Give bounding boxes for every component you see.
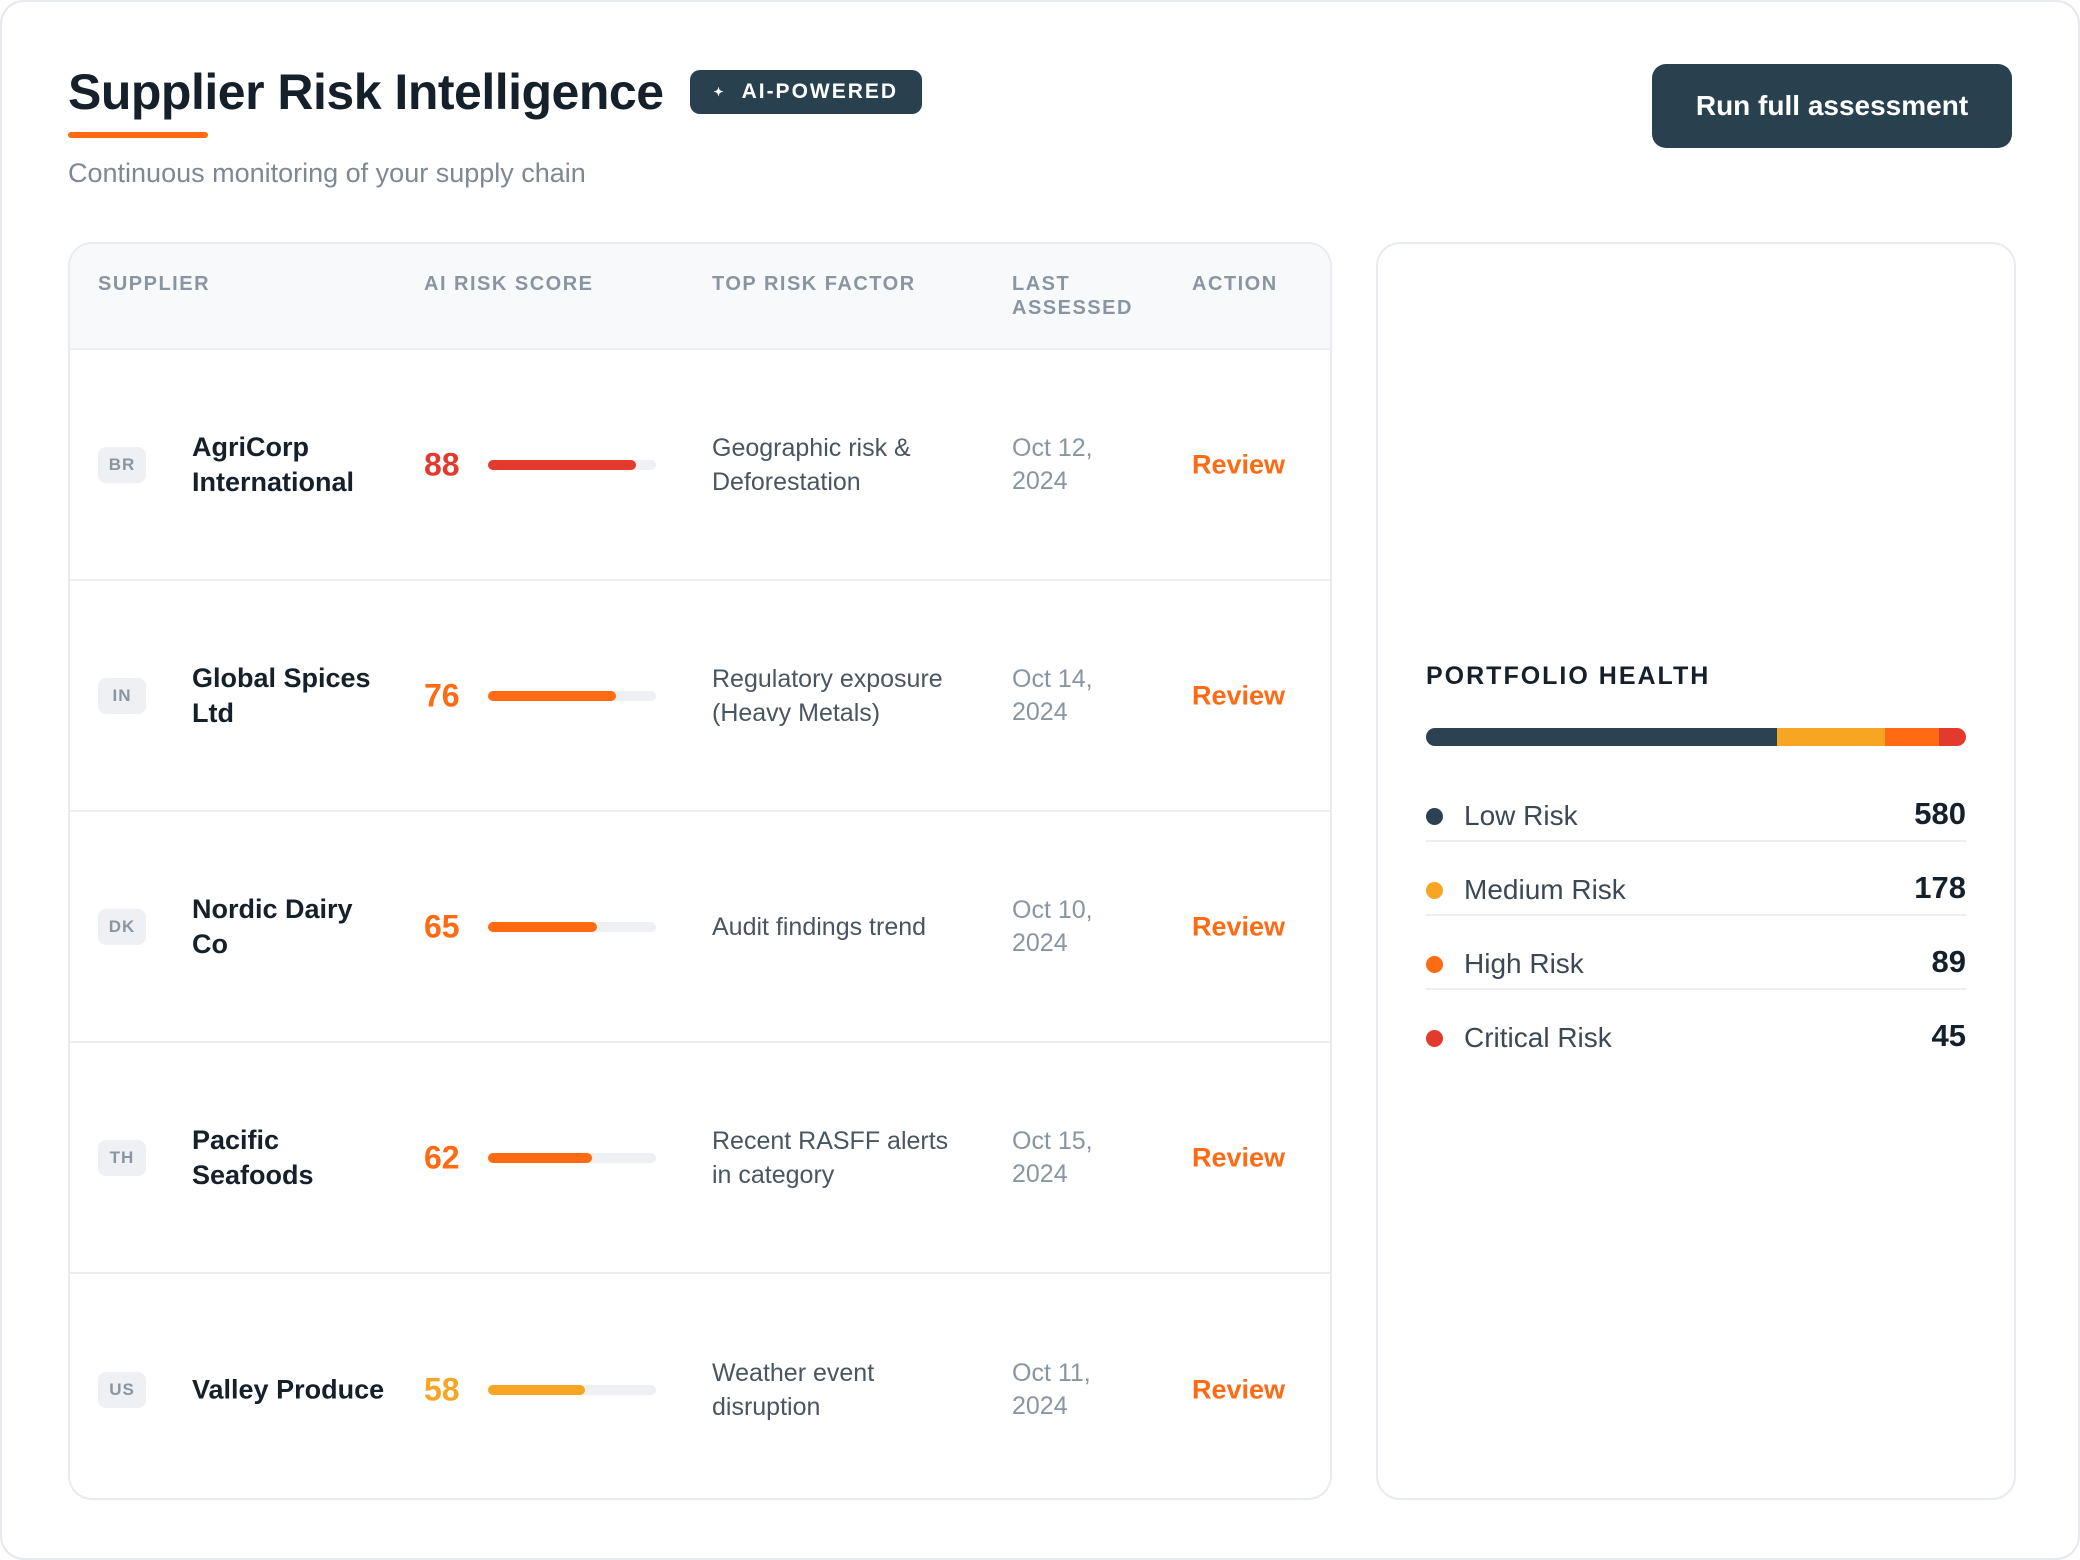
top-risk-factor: Recent RASFF alerts in category	[712, 1126, 949, 1189]
top-risk-factor: Geographic risk & Deforestation	[712, 433, 911, 496]
country-code-tag: US	[98, 1371, 146, 1408]
risk-score-value: 88	[424, 446, 460, 482]
legend-dot-icon	[1426, 882, 1443, 899]
page-subtitle: Continuous monitoring of your supply cha…	[68, 158, 586, 188]
legend-dot-icon	[1426, 808, 1443, 825]
ai-powered-badge: ✦ AI-POWERED	[689, 70, 923, 114]
top-risk-factor: Audit findings trend	[712, 912, 927, 941]
portfolio-bar-segment	[1426, 728, 1778, 746]
country-code-tag: TH	[98, 1139, 146, 1176]
risk-score-value: 62	[424, 1139, 460, 1175]
risk-score-bar	[488, 1152, 656, 1163]
legend-dot-icon	[1426, 956, 1443, 973]
supplier-name: AgriCorp International	[192, 431, 355, 497]
risk-score-value: 58	[424, 1371, 460, 1407]
table-body: BR AgriCorp International 88 Geographic …	[70, 350, 1330, 1498]
portfolio-bar-segment	[1777, 728, 1885, 746]
last-assessed-date: Oct 12, 2024	[1012, 433, 1093, 495]
portfolio-health-title: PORTFOLIO HEALTH	[1426, 662, 1711, 690]
table-row: IN Global Spices Ltd 76 Regulatory expos…	[70, 581, 1330, 812]
legend-item: High Risk 89	[1426, 916, 1966, 990]
risk-score-bar-fill	[488, 921, 598, 932]
title-underline	[68, 132, 208, 138]
review-link[interactable]: Review	[1192, 449, 1285, 480]
legend-dot-icon	[1426, 1030, 1443, 1047]
supplier-risk-card: Supplier Risk Intelligence ✦ AI-POWERED …	[0, 0, 2080, 1560]
page-header: Supplier Risk Intelligence ✦ AI-POWERED …	[68, 62, 2012, 202]
column-header-last-assessed: LAST ASSESSED	[1012, 273, 1133, 319]
supplier-name: Nordic Dairy Co	[192, 893, 353, 959]
column-header-supplier: SUPPLIER	[98, 273, 211, 295]
risk-score-bar	[488, 1384, 656, 1395]
country-code-tag: BR	[98, 446, 146, 483]
risk-score-bar	[488, 921, 656, 932]
column-header-action: ACTION	[1192, 273, 1278, 295]
legend-item: Critical Risk 45	[1426, 990, 1966, 1064]
country-code-tag: DK	[98, 908, 146, 945]
table-row: US Valley Produce 58 Weather event disru…	[70, 1274, 1330, 1498]
table-header: SUPPLIER AI RISK SCORE TOP RISK FACTOR L…	[70, 244, 1330, 350]
column-header-ai-risk-score: AI RISK SCORE	[424, 273, 594, 295]
table-row: DK Nordic Dairy Co 65 Audit findings tre…	[70, 812, 1330, 1043]
last-assessed-date: Oct 15, 2024	[1012, 1126, 1093, 1188]
legend-count: 580	[1914, 796, 1966, 831]
portfolio-health-panel: PORTFOLIO HEALTH Low Risk 580 Medium Ris…	[1376, 242, 2016, 1500]
risk-score-value: 65	[424, 908, 460, 944]
review-link[interactable]: Review	[1192, 911, 1285, 942]
column-header-top-risk-factor: TOP RISK FACTOR	[712, 273, 916, 295]
supplier-name: Pacific Seafoods	[192, 1124, 314, 1190]
top-risk-factor: Regulatory exposure (Heavy Metals)	[712, 664, 943, 727]
legend-count: 45	[1931, 1018, 1966, 1053]
risk-score-bar-fill	[488, 459, 636, 470]
last-assessed-date: Oct 14, 2024	[1012, 664, 1093, 726]
legend-item: Medium Risk 178	[1426, 842, 1966, 916]
review-link[interactable]: Review	[1192, 1142, 1285, 1173]
review-link[interactable]: Review	[1192, 680, 1285, 711]
supplier-name: Valley Produce	[192, 1374, 385, 1404]
risk-score-bar	[488, 459, 656, 470]
legend-count: 89	[1931, 944, 1966, 979]
risk-score-bar-fill	[488, 1152, 593, 1163]
risk-score-bar-fill	[488, 690, 616, 701]
top-risk-factor: Weather event disruption	[712, 1358, 875, 1421]
page-title: Supplier Risk Intelligence	[68, 64, 664, 120]
legend-label: Low Risk	[1464, 800, 1578, 831]
table-row: TH Pacific Seafoods 62 Recent RASFF aler…	[70, 1043, 1330, 1274]
risk-score-value: 76	[424, 677, 460, 713]
ai-powered-label: AI-POWERED	[741, 80, 899, 103]
supplier-name: Global Spices Ltd	[192, 662, 371, 728]
legend-label: High Risk	[1464, 948, 1584, 979]
legend-item: Low Risk 580	[1426, 768, 1966, 842]
legend-label: Critical Risk	[1464, 1022, 1612, 1053]
portfolio-bar-segment	[1938, 728, 1966, 746]
review-link[interactable]: Review	[1192, 1374, 1285, 1405]
portfolio-bar-segment	[1884, 728, 1939, 746]
risk-score-bar	[488, 690, 656, 701]
risk-score-bar-fill	[488, 1384, 586, 1395]
run-full-assessment-button[interactable]: Run full assessment	[1652, 64, 2012, 148]
legend-count: 178	[1914, 870, 1966, 905]
portfolio-distribution-bar	[1426, 728, 1966, 746]
portfolio-legend: Low Risk 580 Medium Risk 178 High Risk 8…	[1426, 768, 1966, 1064]
table-row: BR AgriCorp International 88 Geographic …	[70, 350, 1330, 581]
legend-label: Medium Risk	[1464, 874, 1626, 905]
last-assessed-date: Oct 11, 2024	[1012, 1358, 1091, 1420]
supplier-table: SUPPLIER AI RISK SCORE TOP RISK FACTOR L…	[68, 242, 1332, 1500]
sparkle-icon: ✦	[713, 85, 726, 99]
country-code-tag: IN	[98, 677, 146, 714]
last-assessed-date: Oct 10, 2024	[1012, 895, 1093, 957]
